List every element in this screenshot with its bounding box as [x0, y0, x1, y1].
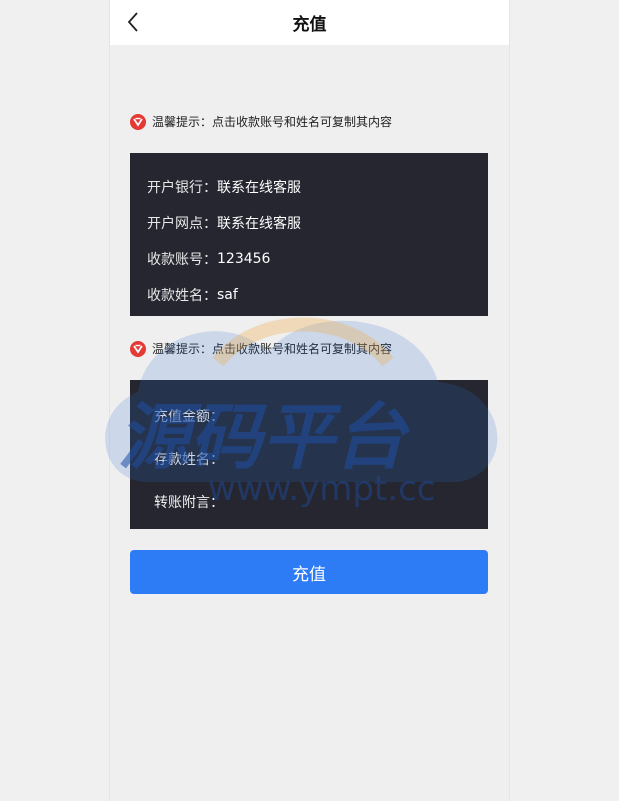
transfer-note-input[interactable] [230, 487, 434, 516]
page-title: 充值 [292, 15, 327, 35]
branch-row[interactable]: 开户网点： 联系在线客服 [130, 205, 488, 241]
bank-value: 联系在线客服 [217, 180, 301, 196]
back-button[interactable] [120, 9, 146, 35]
bank-row[interactable]: 开户银行： 联系在线客服 [130, 169, 488, 205]
account-name-label: 收款姓名： [147, 288, 217, 304]
bank-label: 开户银行： [147, 180, 217, 196]
note-label: 转账附言： [154, 494, 224, 511]
tip-copy-hint: 温馨提示：点击收款账号和姓名可复制其内容 [130, 113, 392, 130]
account-info-card: 开户银行： 联系在线客服 开户网点： 联系在线客服 收款账号： 123456 收… [130, 153, 488, 316]
tip-text: 温馨提示：点击收款账号和姓名可复制其内容 [152, 342, 393, 356]
branch-label: 开户网点： [147, 216, 217, 232]
warning-badge-icon [130, 340, 146, 357]
depositor-label: 存款姓名： [154, 451, 224, 468]
depositor-name-input[interactable] [230, 444, 434, 473]
chevron-left-icon [127, 12, 138, 32]
amount-row: 充值金额： [130, 394, 488, 437]
account-number-row[interactable]: 收款账号： 123456 [130, 241, 488, 277]
branch-value: 联系在线客服 [217, 216, 301, 232]
tip-copy-hint: 温馨提示：点击收款账号和姓名可复制其内容 [130, 340, 392, 357]
account-number-label: 收款账号： [147, 252, 217, 268]
recharge-submit-button[interactable]: 充值 [130, 550, 488, 594]
tip-text: 温馨提示：点击收款账号和姓名可复制其内容 [152, 115, 393, 129]
phone-screen: 充值 温馨提示：点击收款账号和姓名可复制其内容 开户银行： 联系在线客服 开户网… [109, 0, 510, 801]
top-nav-bar: 充值 [110, 0, 509, 45]
note-row: 转账附言： [130, 480, 488, 523]
account-number-value[interactable]: 123456 [217, 251, 270, 267]
recharge-form-card: 充值金额： 存款姓名： 转账附言： [130, 380, 488, 529]
amount-input[interactable] [230, 401, 434, 430]
account-name-row[interactable]: 收款姓名： saf [130, 277, 488, 313]
depositor-row: 存款姓名： [130, 437, 488, 480]
warning-badge-icon [130, 113, 146, 130]
account-name-value[interactable]: saf [217, 287, 238, 303]
amount-label: 充值金额： [154, 408, 224, 425]
